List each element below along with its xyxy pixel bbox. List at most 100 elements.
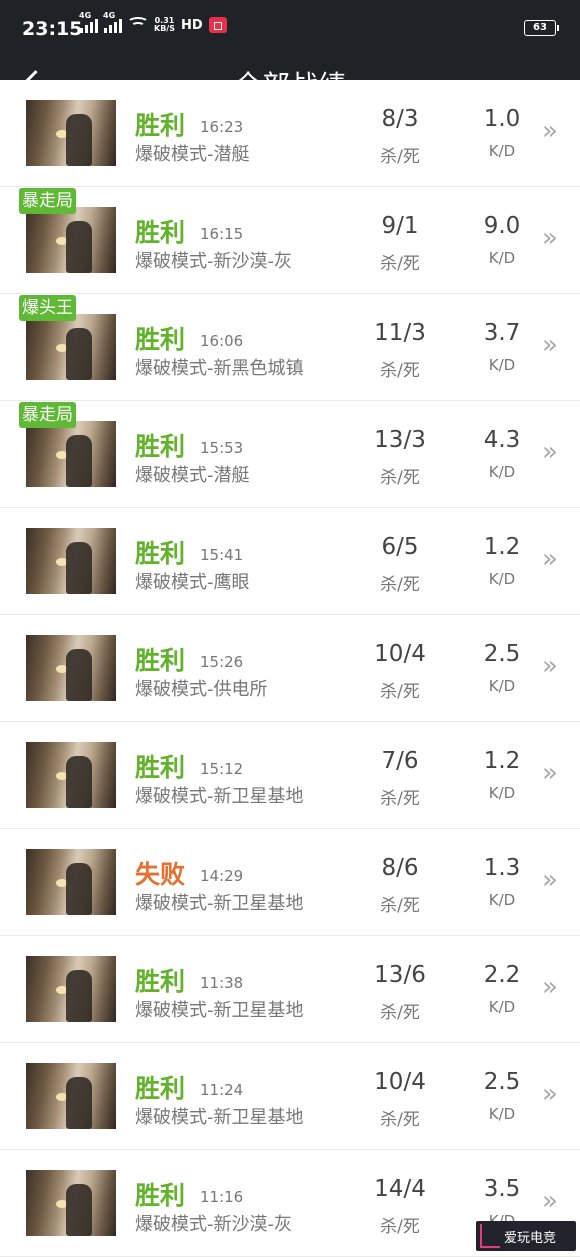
match-row[interactable]: 胜利 11:38 爆破模式-新卫星基地 13/6 杀/死 2.2 K/D » xyxy=(0,936,580,1043)
kill-death-label: 杀/死 xyxy=(380,1003,420,1023)
chevron-right-icon[interactable]: » xyxy=(542,1186,558,1216)
kill-death-value: 8/6 xyxy=(381,855,419,881)
kill-death-label: 杀/死 xyxy=(380,1110,420,1130)
kill-death-value: 13/3 xyxy=(374,427,426,453)
kd-ratio-value: 2.5 xyxy=(483,1069,521,1095)
match-mode: 爆破模式-新沙漠-灰 xyxy=(135,251,292,272)
screen-record-icon xyxy=(208,17,227,33)
match-row[interactable]: 胜利 16:23 爆破模式-潜艇 8/3 杀/死 1.0 K/D » xyxy=(0,80,580,187)
chevron-right-icon[interactable]: » xyxy=(542,116,558,146)
status-icons: 4G 4G 0.31 KB/S HD xyxy=(79,11,227,33)
wifi-icon xyxy=(127,17,149,33)
battery-icon: 63 xyxy=(524,20,559,36)
map-thumbnail xyxy=(26,528,116,594)
match-row[interactable]: 胜利 15:41 爆破模式-鹰眼 6/5 杀/死 1.2 K/D » xyxy=(0,508,580,615)
match-badge: 爆头王 xyxy=(19,295,76,321)
kd-ratio-value: 1.2 xyxy=(483,748,521,774)
match-time: 16:23 xyxy=(200,118,244,136)
kill-death-value: 11/3 xyxy=(374,320,426,346)
match-row[interactable]: 失败 14:29 爆破模式-新卫星基地 8/6 杀/死 1.3 K/D » xyxy=(0,829,580,936)
kd-ratio-label: K/D xyxy=(488,891,516,909)
kill-death-value: 6/5 xyxy=(381,534,419,560)
chevron-right-icon[interactable]: » xyxy=(542,330,558,360)
match-result: 胜利 xyxy=(135,1074,186,1103)
chevron-right-icon[interactable]: » xyxy=(542,758,558,788)
chevron-right-icon[interactable]: » xyxy=(542,865,558,895)
map-thumbnail xyxy=(26,1063,116,1129)
kill-death-label: 杀/死 xyxy=(380,682,420,702)
match-badge: 暴走局 xyxy=(19,188,76,214)
map-thumbnail xyxy=(26,314,116,380)
match-time: 15:26 xyxy=(200,653,244,671)
kd-ratio-value: 3.7 xyxy=(483,320,521,346)
match-result: 胜利 xyxy=(135,218,186,247)
kd-ratio-label: K/D xyxy=(488,998,516,1016)
match-result: 胜利 xyxy=(135,325,186,354)
match-time: 11:24 xyxy=(200,1081,244,1099)
match-result: 胜利 xyxy=(135,753,186,782)
chevron-right-icon[interactable]: » xyxy=(542,223,558,253)
map-thumbnail xyxy=(26,742,116,808)
kd-ratio-label: K/D xyxy=(488,1105,516,1123)
network-type-label: 4G xyxy=(79,11,92,20)
kd-ratio-label: K/D xyxy=(488,570,516,588)
match-mode: 爆破模式-新卫星基地 xyxy=(135,1000,304,1021)
match-time: 11:16 xyxy=(200,1188,244,1206)
match-row[interactable]: 暴走局 胜利 16:15 爆破模式-新沙漠-灰 9/1 杀/死 9.0 K/D » xyxy=(0,187,580,294)
chevron-right-icon[interactable]: » xyxy=(542,972,558,1002)
match-mode: 爆破模式-新卫星基地 xyxy=(135,786,304,807)
kill-death-label: 杀/死 xyxy=(380,1217,420,1237)
kill-death-label: 杀/死 xyxy=(380,147,420,167)
match-mode: 爆破模式-潜艇 xyxy=(135,465,250,486)
signal-icon: 4G xyxy=(79,11,98,33)
kd-ratio-label: K/D xyxy=(488,677,516,695)
kill-death-label: 杀/死 xyxy=(380,254,420,274)
match-row[interactable]: 暴走局 胜利 15:53 爆破模式-潜艇 13/3 杀/死 4.3 K/D » xyxy=(0,401,580,508)
kill-death-label: 杀/死 xyxy=(380,361,420,381)
status-time: 23:15 xyxy=(22,18,83,40)
kill-death-label: 杀/死 xyxy=(380,789,420,809)
kd-ratio-label: K/D xyxy=(488,249,516,267)
chevron-right-icon[interactable]: » xyxy=(542,1079,558,1109)
logo-icon xyxy=(480,1224,500,1248)
kill-death-label: 杀/死 xyxy=(380,896,420,916)
match-row[interactable]: 胜利 15:12 爆破模式-新卫星基地 7/6 杀/死 1.2 K/D » xyxy=(0,722,580,829)
kill-death-label: 杀/死 xyxy=(380,468,420,488)
kd-ratio-label: K/D xyxy=(488,356,516,374)
chevron-right-icon[interactable]: » xyxy=(542,437,558,467)
match-mode: 爆破模式-新卫星基地 xyxy=(135,1107,304,1128)
kill-death-value: 9/1 xyxy=(381,213,419,239)
map-thumbnail xyxy=(26,207,116,273)
match-time: 15:41 xyxy=(200,546,244,564)
map-thumbnail xyxy=(26,956,116,1022)
kd-ratio-value: 4.3 xyxy=(483,427,521,453)
match-result: 胜利 xyxy=(135,967,186,996)
match-result: 胜利 xyxy=(135,646,186,675)
map-thumbnail xyxy=(26,1170,116,1236)
match-row[interactable]: 爆头王 胜利 16:06 爆破模式-新黑色城镇 11/3 杀/死 3.7 K/D » xyxy=(0,294,580,401)
match-mode: 爆破模式-新卫星基地 xyxy=(135,893,304,914)
kd-ratio-value: 9.0 xyxy=(483,213,521,239)
kd-ratio-value: 2.5 xyxy=(483,641,521,667)
match-mode: 爆破模式-新沙漠-灰 xyxy=(135,1214,292,1235)
hd-indicator: HD xyxy=(180,18,203,33)
match-mode: 爆破模式-鹰眼 xyxy=(135,572,250,593)
match-result: 胜利 xyxy=(135,111,186,140)
kd-ratio-label: K/D xyxy=(488,784,516,802)
match-time: 15:12 xyxy=(200,760,244,778)
kill-death-value: 7/6 xyxy=(381,748,419,774)
map-thumbnail xyxy=(26,421,116,487)
kd-ratio-value: 1.3 xyxy=(483,855,521,881)
match-time: 14:29 xyxy=(200,867,244,885)
kd-ratio-value: 1.2 xyxy=(483,534,521,560)
match-time: 11:38 xyxy=(200,974,244,992)
network-speed-unit: KB/S xyxy=(154,24,175,33)
chevron-right-icon[interactable]: » xyxy=(542,544,558,574)
network-type-label: 4G xyxy=(103,11,116,20)
kd-ratio-label: K/D xyxy=(488,463,516,481)
map-thumbnail xyxy=(26,100,116,166)
match-row[interactable]: 胜利 15:26 爆破模式-供电所 10/4 杀/死 2.5 K/D » xyxy=(0,615,580,722)
match-row[interactable]: 胜利 11:24 爆破模式-新卫星基地 10/4 杀/死 2.5 K/D » xyxy=(0,1043,580,1150)
chevron-right-icon[interactable]: » xyxy=(542,651,558,681)
match-result: 胜利 xyxy=(135,539,186,568)
